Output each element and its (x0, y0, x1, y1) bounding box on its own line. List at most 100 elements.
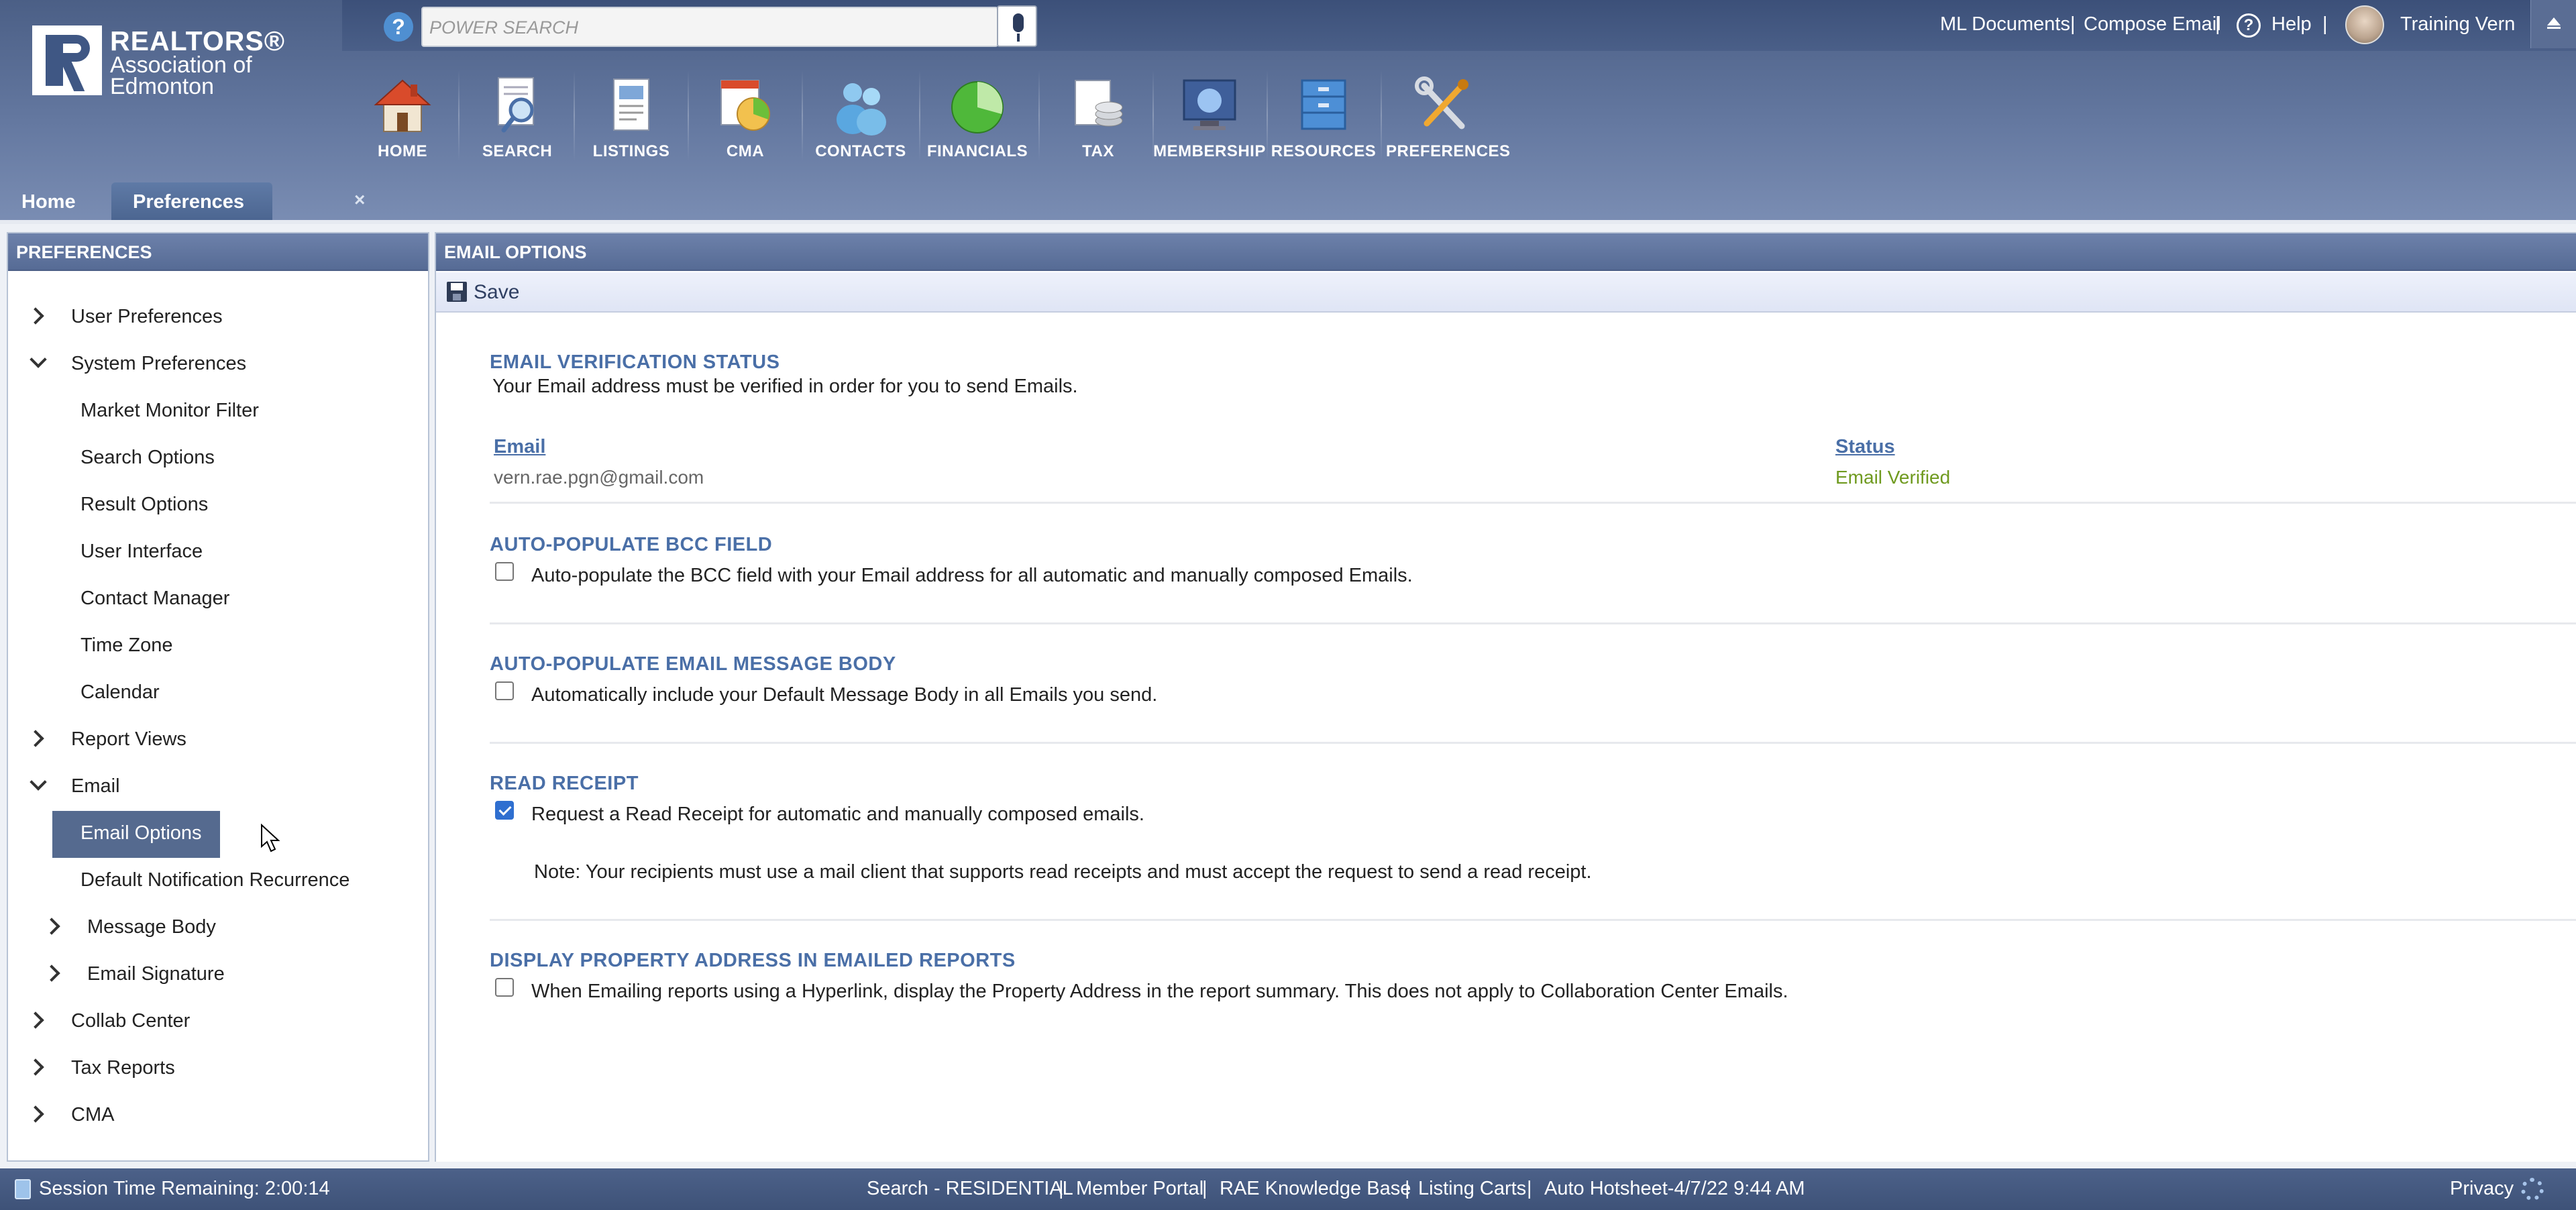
tab-preferences[interactable]: Preferences × (111, 182, 365, 221)
chevron-right-icon[interactable] (27, 1105, 44, 1123)
user-avatar[interactable] (2345, 5, 2384, 44)
listings-icon (613, 78, 649, 131)
property-address-title: DISPLAY PROPERTY ADDRESS IN EMAILED REPO… (490, 950, 1016, 971)
sidebar-item-report-views[interactable]: Report Views (8, 718, 428, 761)
footer-link-auto-hotsheet[interactable]: Auto Hotsheet-4/7/22 9:44 AM (1544, 1178, 1805, 1200)
email-column-header[interactable]: Email (494, 436, 545, 458)
read-receipt-note: Note: Your recipients must use a mail cl… (534, 861, 1592, 883)
nav-cma[interactable]: CMA (688, 67, 802, 168)
bcc-label: Auto-populate the BCC field with your Em… (531, 565, 1413, 586)
bcc-title: AUTO-POPULATE BCC FIELD (490, 534, 773, 555)
financials-icon (951, 81, 1004, 133)
sidebar-item-time-zone[interactable]: Time Zone (8, 624, 428, 667)
section-divider (490, 502, 2576, 504)
status-footer: Session Time Remaining: 2:00:14 Search -… (0, 1168, 2576, 1210)
chevron-down-icon[interactable] (30, 773, 47, 791)
nav-resources[interactable]: RESOURCES (1267, 67, 1381, 168)
email-options-panel: EMAIL OPTIONS Save EMAIL VERIFICATION ST… (435, 232, 2576, 1162)
chevron-right-icon[interactable] (43, 965, 60, 982)
privacy-icon[interactable] (2521, 1178, 2544, 1201)
sidebar-item-label: Tax Reports (71, 1057, 175, 1079)
footer-link-knowledge-base[interactable]: RAE Knowledge Base (1220, 1178, 1411, 1200)
sidebar-item-label: Email Options (80, 822, 202, 844)
power-search-input[interactable] (429, 13, 966, 42)
compose-email-link[interactable]: Compose Email (2084, 13, 2221, 36)
nav-financials[interactable]: FINANCIALS (920, 67, 1034, 168)
sidebar-item-result-options[interactable]: Result Options (8, 483, 428, 526)
status-column-header[interactable]: Status (1835, 436, 1895, 458)
sidebar-item-label: Contact Manager (80, 588, 230, 609)
microphone-icon[interactable] (997, 5, 1037, 47)
nav-resources-label: RESOURCES (1271, 142, 1377, 160)
sidebar-item-calendar[interactable]: Calendar (8, 671, 428, 714)
nav-listings[interactable]: LISTINGS (574, 67, 688, 168)
sidebar-item-tax-reports[interactable]: Tax Reports (8, 1046, 428, 1089)
sidebar-item-email-options[interactable]: Email Options (8, 811, 428, 858)
chevron-right-icon[interactable] (43, 918, 60, 935)
message-body-checkbox[interactable] (495, 681, 514, 700)
footer-link-listing-carts[interactable]: Listing Carts (1418, 1178, 1526, 1200)
read-receipt-label: Request a Read Receipt for automatic and… (531, 804, 1144, 825)
footer-separator: | (1202, 1178, 1208, 1199)
sidebar-item-email[interactable]: Email (8, 765, 428, 808)
panel-title: EMAIL OPTIONS (436, 233, 2576, 271)
search-help-icon[interactable]: ? (384, 12, 413, 42)
footer-link-search-residential[interactable]: Search - RESIDENTIAL (867, 1178, 1073, 1200)
footer-separator: | (1527, 1178, 1532, 1199)
sidebar-item-email-signature[interactable]: Email Signature (8, 952, 428, 995)
nav-contacts[interactable]: CONTACTS (804, 67, 918, 168)
footer-link-member-portal[interactable]: Member Portal (1076, 1178, 1203, 1200)
chevron-right-icon[interactable] (27, 307, 44, 325)
chevron-right-icon[interactable] (27, 730, 44, 747)
nav-search[interactable]: SEARCH (460, 67, 574, 168)
sidebar-item-message-body[interactable]: Message Body (8, 905, 428, 948)
realtors-r-logo-icon (32, 25, 102, 95)
sidebar-item-label: System Preferences (71, 353, 247, 374)
footer-separator: | (1405, 1178, 1410, 1199)
chevron-right-icon[interactable] (27, 1011, 44, 1029)
sidebar-item-user-interface[interactable]: User Interface (8, 530, 428, 573)
ml-documents-link[interactable]: ML Documents (1940, 13, 2070, 36)
sidebar-item-search-options[interactable]: Search Options (8, 436, 428, 479)
sidebar-item-default-notification-recurrence[interactable]: Default Notification Recurrence (8, 859, 428, 901)
sidebar-item-label: CMA (71, 1104, 115, 1125)
nav-home[interactable]: HOME (345, 67, 460, 168)
nav-tax[interactable]: TAX (1041, 67, 1155, 168)
nav-preferences[interactable]: PREFERENCES (1386, 67, 1510, 168)
tab-preferences-label: Preferences (133, 191, 245, 213)
top-separator: | (2322, 13, 2328, 35)
sidebar-item-collab-center[interactable]: Collab Center (8, 999, 428, 1042)
sidebar-item-label: Calendar (80, 681, 160, 703)
sidebar-item-user-preferences[interactable]: User Preferences (8, 295, 428, 338)
membership-icon (1183, 79, 1236, 130)
property-address-label: When Emailing reports using a Hyperlink,… (531, 981, 1788, 1002)
chevron-down-icon[interactable] (30, 351, 47, 368)
sidebar-title: PREFERENCES (8, 233, 428, 271)
sidebar-item-cma[interactable]: CMA (8, 1093, 428, 1136)
sidebar-item-label: Result Options (80, 494, 209, 515)
property-address-checkbox[interactable] (495, 978, 514, 997)
footer-link-privacy[interactable]: Privacy (2450, 1178, 2514, 1200)
close-tab-icon[interactable]: × (354, 190, 365, 209)
sidebar-item-contact-manager[interactable]: Contact Manager (8, 577, 428, 620)
tab-bar: Home Preferences × (0, 182, 2576, 221)
cma-icon (720, 80, 770, 131)
realtors-logo[interactable]: REALTORS® Association of Edmonton (32, 25, 354, 106)
sidebar-item-label: Market Monitor Filter (80, 400, 259, 421)
help-circle-icon[interactable]: ? (2237, 13, 2261, 38)
chevron-right-icon[interactable] (27, 1058, 44, 1076)
read-receipt-checkbox[interactable] (495, 801, 514, 820)
top-separator: | (2215, 13, 2220, 35)
nav-membership[interactable]: MEMBERSHIP (1152, 67, 1267, 168)
nav-membership-label: MEMBERSHIP (1153, 142, 1266, 160)
email-address-value: vern.rae.pgn@gmail.com (494, 467, 704, 488)
collapse-header-icon[interactable] (2530, 0, 2576, 48)
sidebar-item-market-monitor-filter[interactable]: Market Monitor Filter (8, 389, 428, 432)
help-link[interactable]: Help (2271, 13, 2312, 36)
sidebar-item-label: Report Views (71, 728, 186, 750)
preferences-sidebar: PREFERENCES User Preferences System Pref… (7, 232, 429, 1162)
user-name-link[interactable]: Training Vern (2400, 13, 2515, 36)
tab-home[interactable]: Home (0, 182, 97, 221)
sidebar-item-system-preferences[interactable]: System Preferences (8, 342, 428, 385)
bcc-checkbox[interactable] (495, 562, 514, 581)
